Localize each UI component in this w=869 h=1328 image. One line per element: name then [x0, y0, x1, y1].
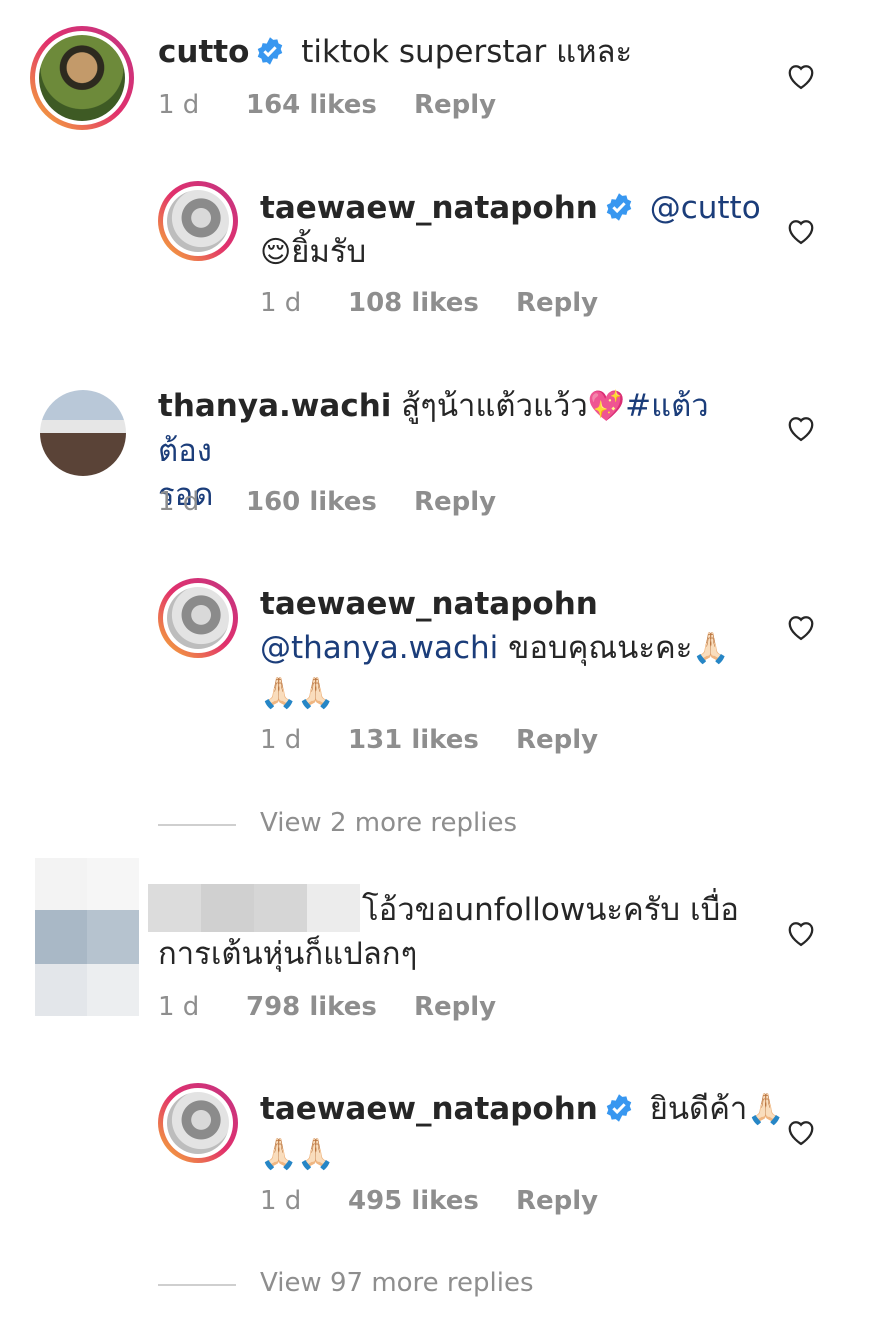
comment-text: taewaew_natapohn @thanya.wachi ขอบคุณนะค…	[260, 582, 730, 716]
comment-body: ยิ้มรับ	[291, 234, 367, 270]
reply-button[interactable]: Reply	[414, 90, 496, 120]
comment-text: taewaew_natapohn ยินดีค้า🙏🏻 🙏🏻🙏🏻	[260, 1087, 785, 1177]
reply-button[interactable]: Reply	[414, 487, 496, 517]
reply-button[interactable]: Reply	[414, 992, 496, 1022]
comment-text: โอ้วขอunfollowนะครับ เบื่อ การเต้นหุ่นก็…	[158, 888, 778, 976]
view-more-replies-label: View 97 more replies	[260, 1268, 534, 1298]
likes-count[interactable]: 160 likes	[246, 487, 377, 517]
folded-hands-emoji: 🙏🏻🙏🏻	[260, 676, 335, 711]
username[interactable]: taewaew_natapohn	[260, 190, 598, 226]
likes-count[interactable]: 495 likes	[348, 1186, 479, 1216]
comment-text: cutto tiktok superstar แหละ	[158, 30, 632, 74]
timestamp: 1 d	[260, 1186, 302, 1216]
heart-icon[interactable]	[786, 62, 816, 90]
heart-icon[interactable]	[786, 217, 816, 245]
heart-emoji: 💖	[587, 389, 626, 424]
timestamp: 1 d	[260, 725, 302, 755]
avatar[interactable]	[158, 181, 238, 261]
view-more-replies-button[interactable]: View 2 more replies	[158, 808, 517, 838]
timestamp: 1 d	[260, 288, 302, 318]
reply-button[interactable]: Reply	[516, 725, 598, 755]
comment-body: สู้ๆน้าแต้วแว้ว	[401, 388, 588, 424]
heart-icon[interactable]	[786, 1118, 816, 1146]
reply-button[interactable]: Reply	[516, 288, 598, 318]
divider-line	[158, 1284, 236, 1286]
view-more-replies-label: View 2 more replies	[260, 808, 517, 838]
comment-text: taewaew_natapohn @cutto 😌ยิ้มรับ	[260, 186, 761, 275]
avatar[interactable]	[158, 1083, 238, 1163]
comment-body: tiktok superstar แหละ	[301, 34, 633, 70]
mention-link[interactable]: @thanya.wachi	[260, 630, 498, 666]
verified-badge-icon	[606, 193, 632, 221]
comment-body-line2: การเต้นหุ่นก็แปลกๆ	[158, 936, 418, 972]
mention-link[interactable]: @cutto	[650, 190, 761, 226]
timestamp: 1 d	[158, 992, 200, 1022]
likes-count[interactable]: 798 likes	[246, 992, 377, 1022]
heart-icon[interactable]	[786, 613, 816, 641]
relieved-face-emoji: 😌	[260, 235, 292, 270]
folded-hands-emoji: 🙏🏻🙏🏻	[260, 1137, 335, 1172]
timestamp: 1 d	[158, 90, 200, 120]
username[interactable]: taewaew_natapohn	[260, 1091, 598, 1127]
verified-badge-icon	[606, 1094, 632, 1122]
verified-badge-icon	[258, 37, 283, 65]
reply-button[interactable]: Reply	[516, 1186, 598, 1216]
divider-line	[158, 824, 236, 826]
folded-hands-emoji: 🙏🏻	[692, 631, 730, 666]
username[interactable]: thanya.wachi	[158, 388, 391, 424]
comment-body: ขอบคุณนะคะ	[508, 630, 693, 666]
view-more-replies-button[interactable]: View 97 more replies	[158, 1268, 534, 1298]
avatar[interactable]	[30, 26, 134, 130]
comment-body: ยินดีค้า	[649, 1091, 748, 1127]
avatar[interactable]	[158, 578, 238, 658]
heart-icon[interactable]	[786, 919, 816, 947]
username[interactable]: cutto	[158, 34, 249, 70]
likes-count[interactable]: 164 likes	[246, 90, 377, 120]
avatar[interactable]	[40, 390, 126, 476]
comment-body: โอ้วขอunfollowนะครับ เบื่อ	[362, 892, 739, 928]
likes-count[interactable]: 108 likes	[348, 288, 479, 318]
username[interactable]: taewaew_natapohn	[260, 586, 598, 622]
blurred-avatar	[35, 858, 139, 1016]
timestamp: 1 d	[158, 487, 200, 517]
folded-hands-emoji: 🙏🏻	[747, 1092, 785, 1127]
likes-count[interactable]: 131 likes	[348, 725, 479, 755]
heart-icon[interactable]	[786, 414, 816, 442]
